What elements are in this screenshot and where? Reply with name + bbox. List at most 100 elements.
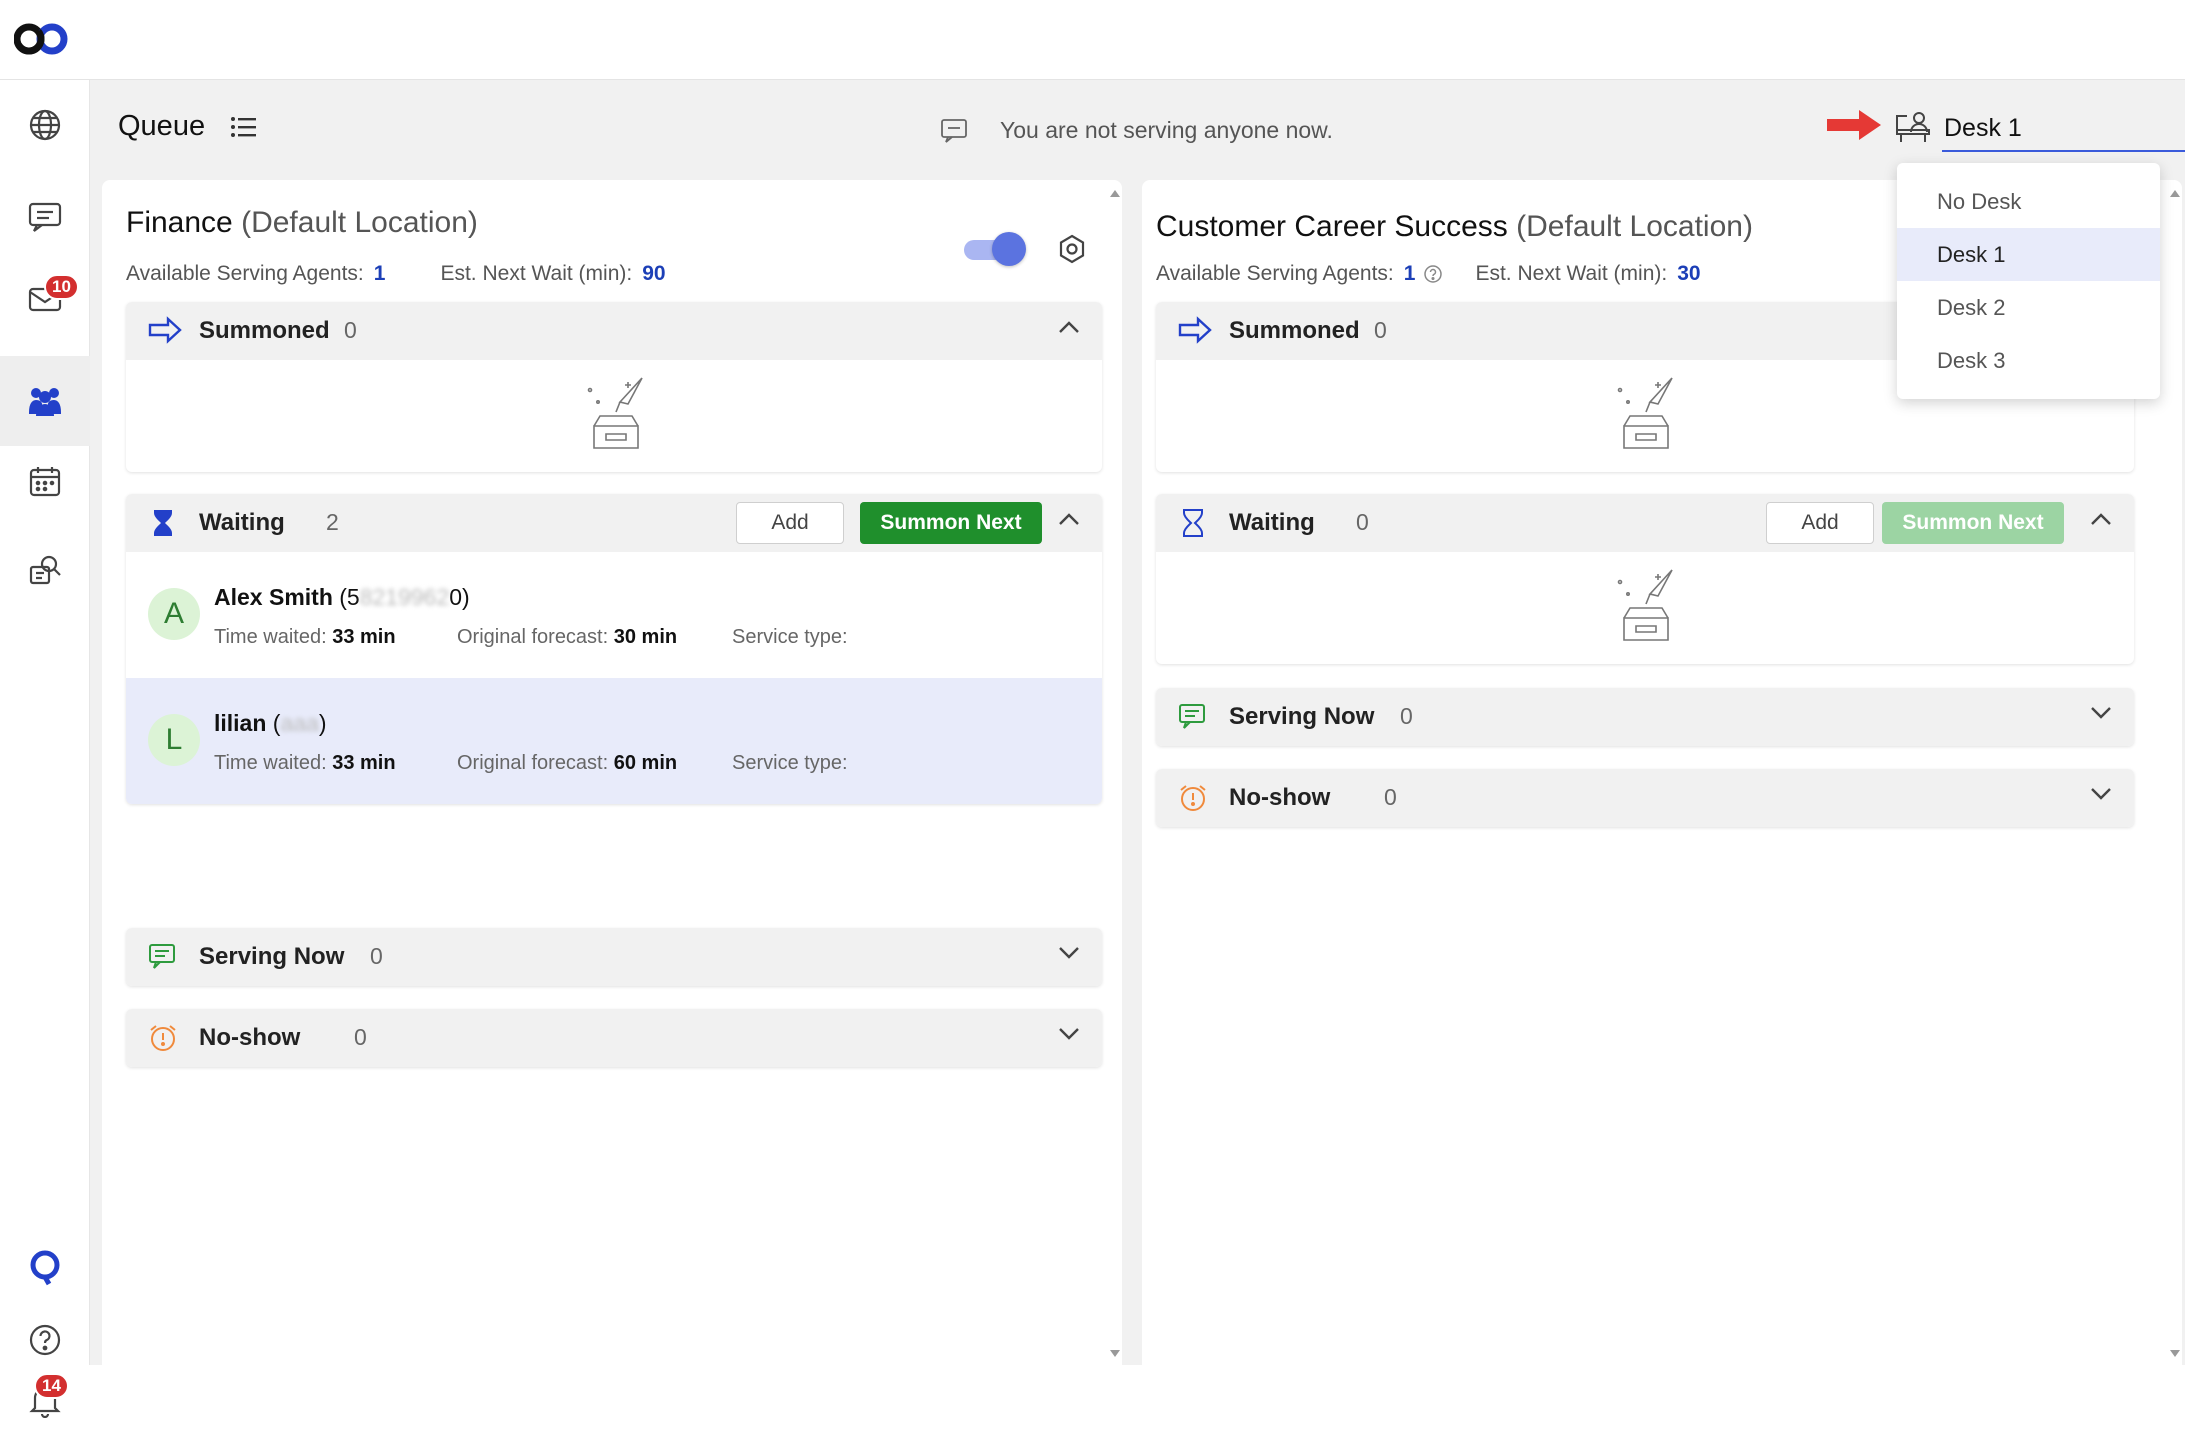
person-name-line: lilian (aaa) xyxy=(214,710,327,737)
help-icon xyxy=(28,1323,62,1357)
rail-notifications[interactable]: 14 xyxy=(0,1365,90,1435)
list-item[interactable]: A Alex Smith (582199620) Time waited: 33… xyxy=(126,552,1102,678)
serving-chat-icon xyxy=(1178,702,1208,732)
waiting-header[interactable]: Waiting 0 Add Summon Next xyxy=(1156,494,2134,552)
scroll-up-arrow[interactable] xyxy=(1110,190,1120,197)
desk-option-desk-3[interactable]: Desk 3 xyxy=(1897,334,2160,387)
queue-meta: Available Serving Agents: 1 Est. Next Wa… xyxy=(126,262,666,286)
person-id-close: 0) xyxy=(449,584,470,610)
agents-value: 1 xyxy=(1403,262,1416,285)
rail-chat[interactable] xyxy=(0,172,90,262)
main-area: Queue You are not serving anyone now. De… xyxy=(90,80,2185,1365)
desk-icon xyxy=(1895,110,1931,144)
waiting-count: 2 xyxy=(326,509,339,535)
agent-search-icon xyxy=(27,553,63,589)
list-view-icon[interactable] xyxy=(230,116,256,138)
serving-now-section: Serving Now 0 xyxy=(126,928,1102,986)
summoned-header[interactable]: Summoned 0 xyxy=(126,302,1102,360)
no-show-header[interactable]: No-show 0 xyxy=(126,1009,1102,1067)
rail-messages[interactable]: 10 xyxy=(0,254,90,344)
red-arrow-icon xyxy=(1825,108,1883,142)
person-name: lilian xyxy=(214,710,267,736)
chevron-down-icon[interactable] xyxy=(2090,787,2112,801)
avatar: L xyxy=(148,714,200,766)
time-waited: Time waited: 33 min xyxy=(214,626,396,648)
serving-now-label: Serving Now xyxy=(1229,703,1375,730)
chevron-up-icon[interactable] xyxy=(2090,512,2112,526)
waiting-header[interactable]: Waiting 2 Add Summon Next xyxy=(126,494,1102,552)
chevron-up-icon[interactable] xyxy=(1058,512,1080,526)
calendar-icon xyxy=(27,464,63,498)
queue-meta: Available Serving Agents: 1 Est. Next Wa… xyxy=(1156,262,1701,286)
waiting-label: Waiting xyxy=(199,509,285,536)
rail-agent[interactable] xyxy=(0,526,90,616)
agents-label: Available Serving Agents: xyxy=(1156,262,1394,285)
summon-next-button[interactable]: Summon Next xyxy=(1882,502,2064,544)
serving-now-label: Serving Now xyxy=(199,943,345,970)
empty-inbox-icon xyxy=(1614,376,1678,454)
original-forecast: Original forecast: 30 min xyxy=(457,626,678,648)
no-show-label: No-show xyxy=(1229,784,1331,811)
scroll-down-arrow[interactable] xyxy=(2170,1350,2180,1357)
chevron-down-icon[interactable] xyxy=(2090,706,2112,720)
service-type: Service type: xyxy=(732,626,848,648)
chevron-down-icon[interactable] xyxy=(1058,1027,1080,1041)
waiting-section: Waiting 0 Add Summon Next xyxy=(1156,494,2134,664)
desk-option-desk-2[interactable]: Desk 2 xyxy=(1897,281,2160,334)
rail-queue[interactable] xyxy=(0,356,90,446)
agents-label: Available Serving Agents: xyxy=(126,262,364,285)
serving-chat-icon xyxy=(148,942,178,972)
summoned-section: Summoned 0 xyxy=(126,302,1102,472)
waiting-section: Waiting 2 Add Summon Next A Alex Smith (… xyxy=(126,494,1102,804)
page-title: Queue xyxy=(118,110,206,142)
no-show-section: No-show 0 xyxy=(126,1009,1102,1067)
desk-select[interactable]: Desk 1 xyxy=(1942,100,2185,152)
waiting-label: Waiting xyxy=(1229,509,1315,536)
empty-inbox-icon xyxy=(1614,568,1678,646)
wait-value: 30 xyxy=(1677,262,1701,285)
summoned-empty xyxy=(126,360,1102,472)
waiting-empty xyxy=(1156,552,2134,664)
queue-name: Customer Career Success xyxy=(1156,210,1508,243)
serving-now-header[interactable]: Serving Now 0 xyxy=(126,928,1102,986)
agents-value: 1 xyxy=(373,262,386,285)
no-show-header[interactable]: No-show 0 xyxy=(1156,769,2134,827)
serving-status-icon xyxy=(940,118,968,144)
time-waited: Time waited: 33 min xyxy=(214,752,396,774)
queue-toggle[interactable] xyxy=(964,232,1026,266)
app-logo[interactable] xyxy=(14,22,68,56)
original-forecast: Original forecast: 60 min xyxy=(457,752,678,774)
person-id-open: ( xyxy=(266,710,281,736)
desk-option-desk-1[interactable]: Desk 1 xyxy=(1897,228,2160,281)
alarm-clock-icon xyxy=(1178,783,1208,813)
rail-calendar[interactable] xyxy=(0,436,90,526)
service-type: Service type: xyxy=(732,752,848,774)
arrow-right-icon xyxy=(148,316,182,344)
person-name-line: Alex Smith (582199620) xyxy=(214,584,470,611)
chevron-up-icon[interactable] xyxy=(1058,320,1080,334)
desk-select-value: Desk 1 xyxy=(1944,114,2022,142)
people-icon xyxy=(27,384,63,418)
settings-icon[interactable] xyxy=(1057,234,1087,264)
summon-next-button[interactable]: Summon Next xyxy=(860,502,1042,544)
add-button[interactable]: Add xyxy=(1766,502,1874,544)
hourglass-icon xyxy=(148,508,178,538)
bell-badge: 14 xyxy=(34,1373,69,1399)
desk-option-no-desk[interactable]: No Desk xyxy=(1897,175,2160,228)
arrow-right-icon xyxy=(1178,316,1212,344)
add-button[interactable]: Add xyxy=(736,502,844,544)
no-show-count: 0 xyxy=(354,1024,367,1050)
wait-label: Est. Next Wait (min): xyxy=(1475,262,1668,285)
scroll-up-arrow[interactable] xyxy=(2170,190,2180,197)
chevron-down-icon[interactable] xyxy=(1058,946,1080,960)
rail-globe[interactable] xyxy=(0,80,90,170)
queue-title: Finance (Default Location) xyxy=(126,206,478,240)
summoned-count: 0 xyxy=(1374,317,1387,343)
help-circle-icon[interactable] xyxy=(1423,264,1443,284)
avatar: A xyxy=(148,588,200,640)
serving-now-header[interactable]: Serving Now 0 xyxy=(1156,688,2134,746)
wait-label: Est. Next Wait (min): xyxy=(440,262,633,285)
desk-dropdown-menu: No Desk Desk 1 Desk 2 Desk 3 xyxy=(1897,163,2160,399)
scroll-down-arrow[interactable] xyxy=(1110,1350,1120,1357)
list-item[interactable]: L lilian (aaa) Time waited: 33 min Origi… xyxy=(126,678,1102,804)
